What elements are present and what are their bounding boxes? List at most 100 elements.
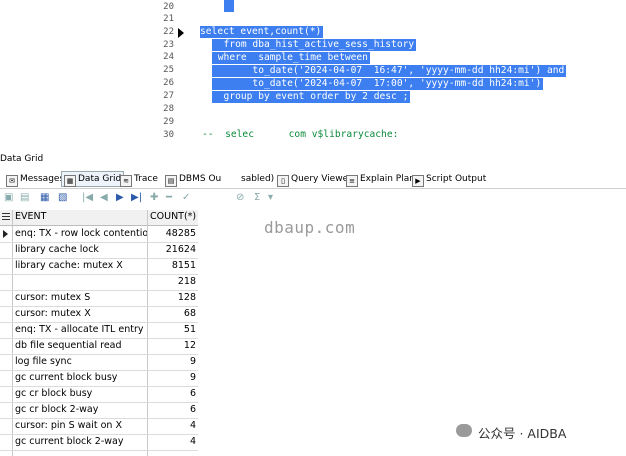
table-row[interactable]: cursor: pin S wait on X 4 xyxy=(0,418,198,435)
cell-event[interactable]: enq: TX - allocate ITL entry xyxy=(15,324,147,335)
last-record-icon[interactable]: ▶| xyxy=(131,192,142,203)
code-line-select[interactable]: select event,count(*) xyxy=(200,26,324,38)
line-number: 30 xyxy=(163,130,174,140)
panel-title: Data Grid xyxy=(0,154,44,164)
wechat-icon xyxy=(456,424,472,437)
table-row[interactable]: library cache: mutex X 8151 xyxy=(0,258,198,275)
grid-icon: ▦ xyxy=(64,175,76,187)
next-record-icon[interactable]: ▶ xyxy=(116,192,124,203)
trace-icon: ≋ xyxy=(120,175,132,187)
tab-label: Trace xyxy=(134,174,158,184)
first-record-icon[interactable]: |◀ xyxy=(82,192,93,203)
cell-count[interactable]: 9 xyxy=(148,372,196,383)
table-row[interactable]: log file sync 9 xyxy=(0,354,198,371)
tab-script-output[interactable]: ▶ Script Output xyxy=(412,172,486,187)
cell-event[interactable]: enq: TX - row lock contention xyxy=(15,228,147,239)
code-line-to-date-2[interactable]: to_date('2024-04-07 17:00', 'yyyy-mm-dd … xyxy=(212,78,544,90)
delete-record-icon[interactable]: ━ xyxy=(166,192,172,203)
refresh-icon[interactable]: ⊘ xyxy=(236,192,244,203)
table-row[interactable]: cursor: mutex S 128 xyxy=(0,290,198,307)
cell-count[interactable]: 128 xyxy=(148,292,196,303)
tab-query-viewer[interactable]: ▯ Query Viewer xyxy=(277,172,352,187)
grid-menu-icon[interactable] xyxy=(2,213,10,221)
line-number: 22 xyxy=(163,27,174,37)
cell-count[interactable]: 68 xyxy=(148,308,196,319)
save-icon[interactable]: ▣ xyxy=(4,192,13,203)
cell-event[interactable]: cursor: mutex S xyxy=(15,292,147,303)
line-number: 27 xyxy=(163,91,174,101)
line-number: 23 xyxy=(163,40,174,50)
table-row[interactable]: gc cr block 2-way 6 xyxy=(0,402,198,419)
cell-count[interactable]: 8151 xyxy=(148,260,196,271)
export-icon[interactable]: ▦ xyxy=(40,192,49,203)
column-header-event[interactable]: EVENT xyxy=(15,211,46,222)
cell-event[interactable]: library cache lock xyxy=(15,244,147,255)
dropdown-icon[interactable]: ▾ xyxy=(268,192,273,203)
sum-icon[interactable]: Σ xyxy=(254,192,260,203)
table-row[interactable]: gc current block busy 9 xyxy=(0,370,198,387)
tab-data-grid[interactable]: ▦ Data Grid xyxy=(61,171,125,187)
tab-label: Explain Plan xyxy=(360,174,415,184)
cell-count[interactable]: 51 xyxy=(148,324,196,335)
tab-explain-plan[interactable]: ≡ Explain Plan xyxy=(346,172,415,187)
cell-event[interactable]: log file sync xyxy=(15,356,147,367)
table-row[interactable]: enq: TX - allocate ITL entry 51 xyxy=(0,322,198,339)
line-number: 26 xyxy=(163,78,174,88)
tab-label: DBMS Ou xyxy=(179,174,222,184)
table-row[interactable]: cursor: mutex X 68 xyxy=(0,306,198,323)
table-row[interactable]: db file sequential read 12 xyxy=(0,338,198,355)
result-tabs: ✉ Messages ▦ Data Grid ≋ Trace ▤ DBMS Ou sab… xyxy=(0,170,626,189)
table-row[interactable]: library cache lock 21624 xyxy=(0,242,198,259)
cell-count[interactable]: 218 xyxy=(148,276,196,287)
cell-count[interactable]: 4 xyxy=(148,436,196,447)
code-line-to-date-1[interactable]: to_date('2024-04-07 16:47', 'yyyy-mm-dd … xyxy=(212,65,567,77)
code-line-from[interactable]: from dba_hist_active_sess_history xyxy=(212,39,417,51)
cell-event[interactable]: gc cr block 2-way xyxy=(15,404,147,415)
current-line-arrow-icon xyxy=(178,28,184,38)
tab-messages[interactable]: ✉ Messages xyxy=(6,172,65,187)
sql-editor[interactable]: 20 21 22 23 24 25 26 27 28 29 30 select … xyxy=(148,0,608,140)
table-row[interactable]: 218 xyxy=(0,274,198,291)
cell-count[interactable]: 6 xyxy=(148,388,196,399)
tab-dbms-output[interactable]: ▤ DBMS Ou xyxy=(165,172,222,187)
site-watermark: dbaup.com xyxy=(264,218,356,237)
table-row[interactable]: gc cr block busy 6 xyxy=(0,386,198,403)
cell-event[interactable]: gc current block 2-way xyxy=(15,436,147,447)
cell-event[interactable]: gc current block busy xyxy=(15,372,147,383)
table-row[interactable]: gc current block 2-way 4 xyxy=(0,434,198,451)
tab-label: Data Grid xyxy=(78,174,122,184)
cell-event[interactable]: cursor: mutex X xyxy=(15,308,147,319)
tab-label: Messages xyxy=(20,174,65,184)
previous-record-icon[interactable]: ◀ xyxy=(100,192,108,203)
print-icon[interactable]: ▤ xyxy=(20,192,29,203)
cell-event[interactable]: cursor: pin S wait on X xyxy=(15,420,147,431)
cell-count[interactable]: 4 xyxy=(148,420,196,431)
tab-label: sabled) xyxy=(241,174,275,184)
table-row[interactable]: enq: TX - row lock contention 48285 xyxy=(0,226,198,243)
post-edit-icon[interactable]: ✓ xyxy=(182,192,190,203)
explain-plan-icon: ≡ xyxy=(346,175,358,187)
cell-count[interactable]: 12 xyxy=(148,340,196,351)
cell-event[interactable]: gc cr block busy xyxy=(15,388,147,399)
code-line-group-by[interactable]: group by event order by 2 desc ; xyxy=(212,91,411,103)
messages-icon: ✉ xyxy=(6,175,18,187)
tab-dbms-output-disabled[interactable]: sabled) xyxy=(241,172,274,186)
code-line-where[interactable]: where sample_time between xyxy=(212,52,370,64)
code-line-comment[interactable]: -- selec com v$librarycache: xyxy=(202,129,398,140)
copy-grid-icon[interactable]: ▧ xyxy=(58,192,67,203)
results-grid[interactable]: EVENT COUNT(*) enq: TX - row lock conten… xyxy=(0,210,198,456)
insert-record-icon[interactable]: ✚ xyxy=(150,192,158,203)
grid-toolbar: ▣ ▤ ▦ ▧ |◀ ◀ ▶ ▶| ✚ ━ ✓ ⊘ Σ ▾ xyxy=(0,189,626,209)
line-number-gutter: 20 21 22 23 24 25 26 27 28 29 30 xyxy=(148,0,176,140)
column-header-count[interactable]: COUNT(*) xyxy=(150,211,196,222)
tab-trace[interactable]: ≋ Trace xyxy=(120,172,158,187)
cell-event[interactable]: library cache: mutex X xyxy=(15,260,147,271)
brand-watermark: 公众号 · AIDBA xyxy=(478,426,567,441)
cell-count[interactable]: 6 xyxy=(148,404,196,415)
cell-event[interactable]: db file sequential read xyxy=(15,340,147,351)
cell-count[interactable]: 48285 xyxy=(148,228,196,239)
cell-count[interactable]: 21624 xyxy=(148,244,196,255)
tab-label: Query Viewer xyxy=(291,174,352,184)
cell-count[interactable]: 9 xyxy=(148,356,196,367)
current-row-indicator-icon xyxy=(3,230,8,238)
